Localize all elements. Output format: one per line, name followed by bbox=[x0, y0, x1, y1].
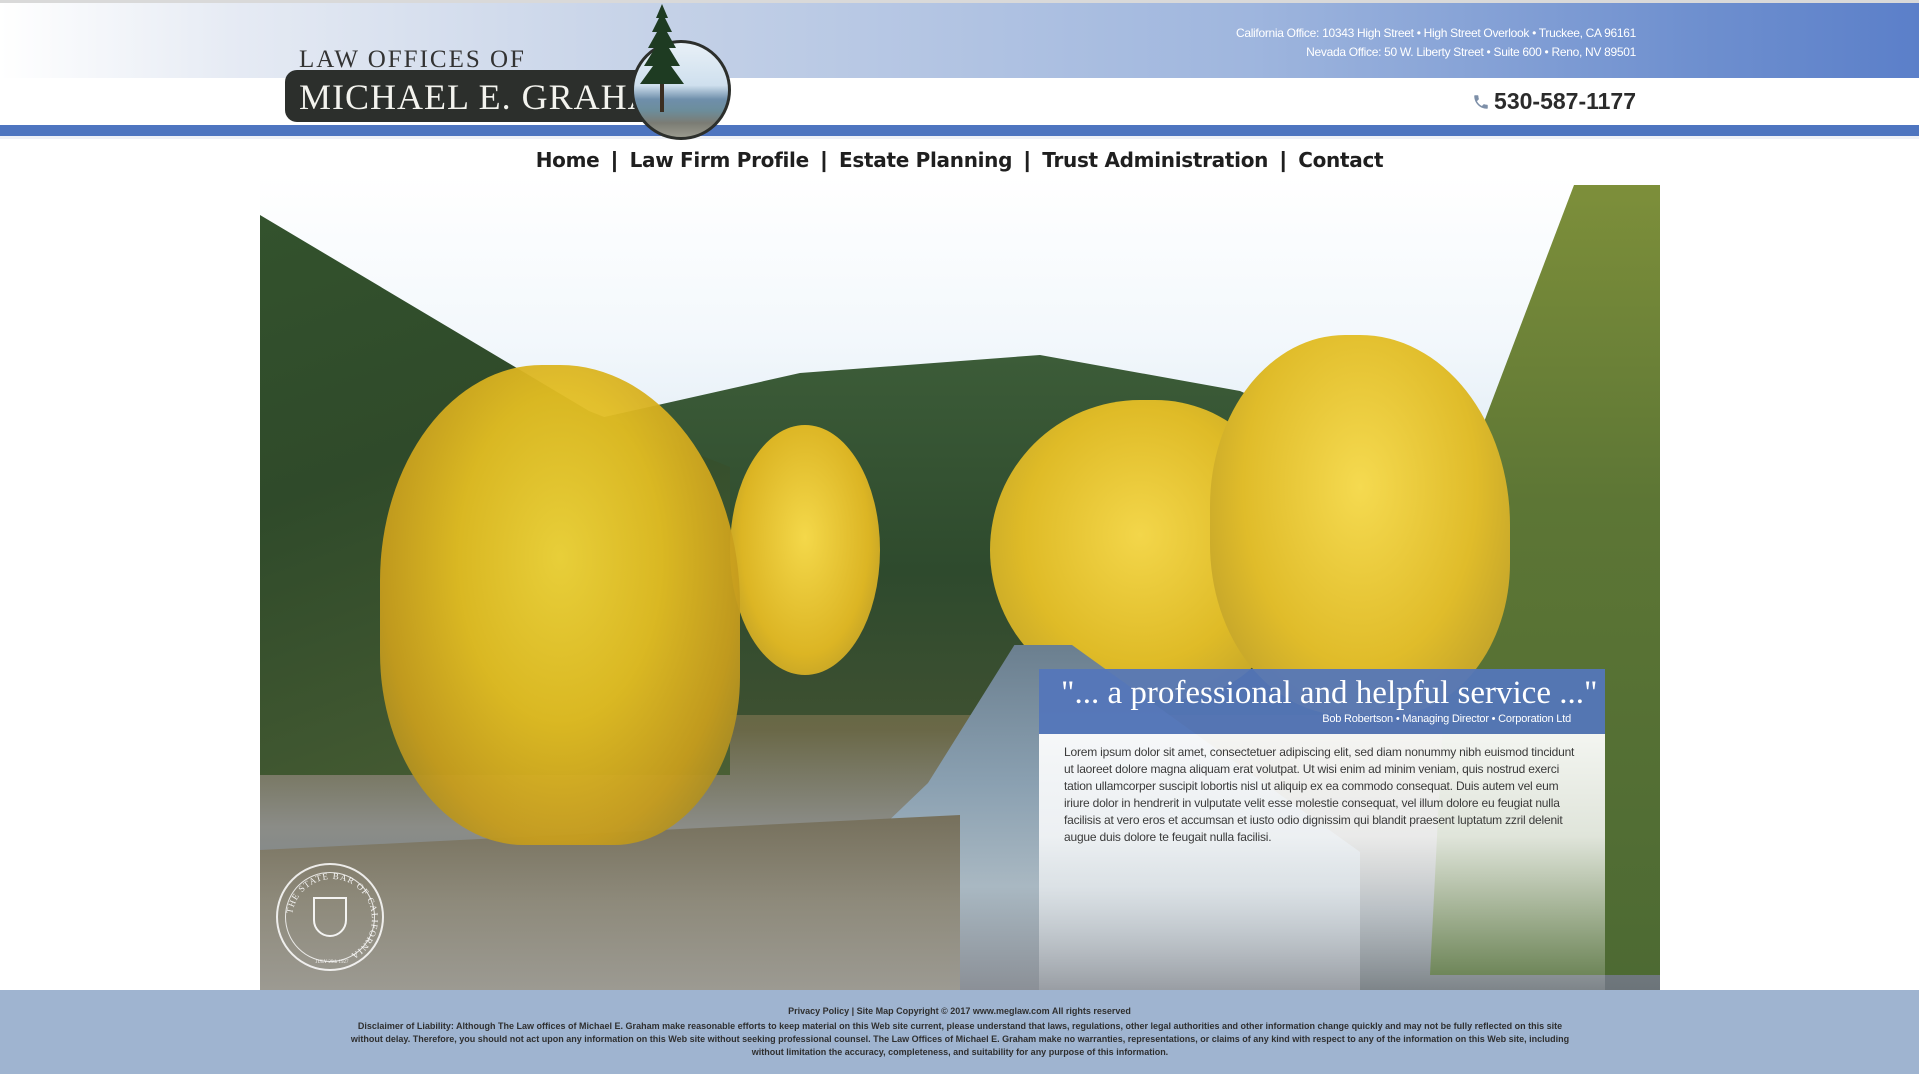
logo-line-2: MICHAEL E. GRAHAM bbox=[299, 77, 688, 117]
main-navigation: Home | Law Firm Profile | Estate Plannin… bbox=[0, 145, 1919, 175]
logo-pine-tree-icon bbox=[640, 4, 684, 112]
nav-home[interactable]: Home bbox=[524, 148, 612, 172]
site-footer: Privacy Policy | Site Map Copyright © 20… bbox=[0, 990, 1919, 1074]
svg-text:THE STATE BAR OF CALIFORNIA: THE STATE BAR OF CALIFORNIA bbox=[284, 871, 380, 962]
hero-yellow-tree bbox=[380, 365, 740, 845]
nav-trust-administration[interactable]: Trust Administration bbox=[1030, 148, 1280, 172]
testimonial-body-text: Lorem ipsum dolor sit amet, consectetuer… bbox=[1064, 745, 1575, 844]
nav-contact[interactable]: Contact bbox=[1286, 148, 1395, 172]
nav-law-firm-profile[interactable]: Law Firm Profile bbox=[618, 148, 821, 172]
footer-disclaimer: Disclaimer of Liability: Although The La… bbox=[350, 1021, 1570, 1057]
phone-number-text: 530-587-1177 bbox=[1494, 88, 1636, 114]
address-nevada: Nevada Office: 50 W. Liberty Street • Su… bbox=[1306, 45, 1636, 59]
phone-number[interactable]: 530-587-1177 bbox=[1472, 88, 1636, 115]
hero-yellow-tree bbox=[1210, 335, 1510, 715]
testimonial-quote: "... a professional and helpful service … bbox=[1061, 675, 1598, 711]
state-bar-seal-icon: THE STATE BAR OF CALIFORNIA JULY 29th 19… bbox=[276, 863, 384, 971]
seal-date: JULY 29th 1927 bbox=[316, 960, 349, 965]
phone-icon bbox=[1474, 94, 1488, 109]
testimonial-body-panel: Lorem ipsum dolor sit amet, consectetuer… bbox=[1039, 734, 1605, 990]
office-addresses: California Office: 10343 High Street • H… bbox=[1236, 24, 1636, 62]
testimonial-author: Bob Robertson • Managing Director • Corp… bbox=[1322, 713, 1571, 725]
footer-links[interactable]: Privacy Policy | Site Map Copyright © 20… bbox=[0, 1006, 1919, 1016]
seal-ring-text: THE STATE BAR OF CALIFORNIA JULY 29th 19… bbox=[284, 871, 380, 965]
testimonial-header: "... a professional and helpful service … bbox=[1039, 669, 1605, 734]
seal-text: THE STATE BAR OF CALIFORNIA bbox=[284, 871, 379, 962]
nav-estate-planning[interactable]: Estate Planning bbox=[827, 148, 1024, 172]
address-california: California Office: 10343 High Street • H… bbox=[1235, 26, 1636, 40]
hero-yellow-tree bbox=[730, 425, 880, 675]
